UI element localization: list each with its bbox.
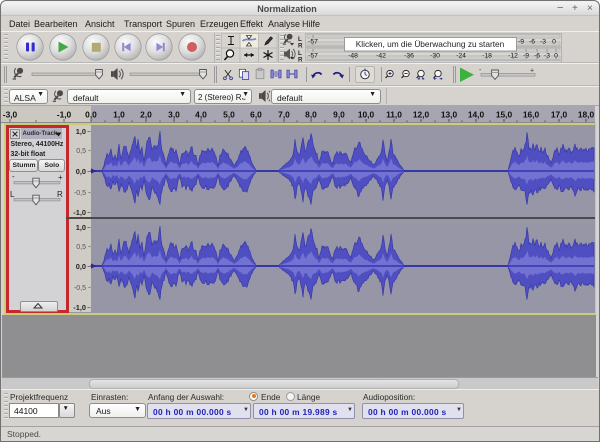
svg-text:-6: -6 bbox=[529, 39, 535, 46]
svg-text:R: R bbox=[298, 57, 303, 63]
svg-text:5,0: 5,0 bbox=[223, 110, 235, 120]
svg-text:-: - bbox=[479, 67, 482, 74]
svg-text:7,0: 7,0 bbox=[278, 110, 290, 120]
svg-text:R: R bbox=[298, 43, 303, 50]
svg-text:18,0: 18,0 bbox=[578, 110, 595, 120]
svg-text:-3: -3 bbox=[540, 39, 546, 46]
svg-text:12,0: 12,0 bbox=[413, 110, 430, 120]
svg-text:1,0: 1,0 bbox=[113, 110, 125, 120]
svg-text:0: 0 bbox=[552, 39, 556, 46]
svg-text:6,0: 6,0 bbox=[250, 110, 262, 120]
svg-text:-3,0: -3,0 bbox=[3, 110, 18, 120]
svg-text:9,0: 9,0 bbox=[333, 110, 345, 120]
svg-text:2,0: 2,0 bbox=[140, 110, 152, 120]
svg-text:11,0: 11,0 bbox=[386, 110, 402, 120]
svg-text:14,0: 14,0 bbox=[468, 110, 485, 120]
svg-text:10,0: 10,0 bbox=[358, 110, 375, 120]
svg-text:13,0: 13,0 bbox=[441, 110, 458, 120]
svg-text:17,0: 17,0 bbox=[551, 110, 568, 120]
svg-text:15,0: 15,0 bbox=[496, 110, 513, 120]
svg-text:4,0: 4,0 bbox=[195, 110, 207, 120]
svg-text:-9: -9 bbox=[518, 39, 524, 46]
svg-text:Klicken, um die Überwachung zu: Klicken, um die Überwachung zu starten bbox=[356, 39, 505, 49]
svg-text:0,0: 0,0 bbox=[85, 110, 97, 120]
svg-text:8,0: 8,0 bbox=[305, 110, 317, 120]
svg-text:-1,0: -1,0 bbox=[57, 110, 72, 120]
svg-text:3,0: 3,0 bbox=[168, 110, 180, 120]
svg-text:16,0: 16,0 bbox=[523, 110, 540, 120]
